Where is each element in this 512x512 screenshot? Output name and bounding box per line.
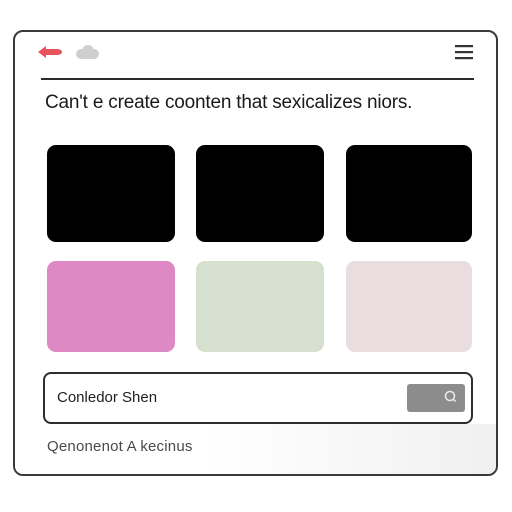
back-button[interactable] [35,44,65,64]
tile-5[interactable] [196,261,324,352]
tile-1[interactable] [47,145,175,242]
page-headline: Can't e create coonten that sexicalizes … [45,92,413,113]
menu-button[interactable] [452,44,476,64]
cloud-icon [71,44,101,65]
app-window: Can't e create coonten that sexicalizes … [13,30,498,476]
forward-button[interactable] [69,44,103,64]
tile-3[interactable] [346,145,472,242]
toolbar-divider [41,78,474,80]
tile-4[interactable] [47,261,175,352]
search-input[interactable]: Conledor Shen [57,374,157,422]
tile-6[interactable] [346,261,472,352]
footer-label: Qenonenot A kecinus [47,438,193,455]
arrow-left-icon [36,44,64,65]
search-bar: Conledor Shen [43,372,473,424]
hamburger-menu-icon [454,44,474,65]
search-icon [443,389,457,408]
search-button[interactable] [407,384,465,412]
toolbar [15,32,496,80]
tile-2[interactable] [196,145,324,242]
